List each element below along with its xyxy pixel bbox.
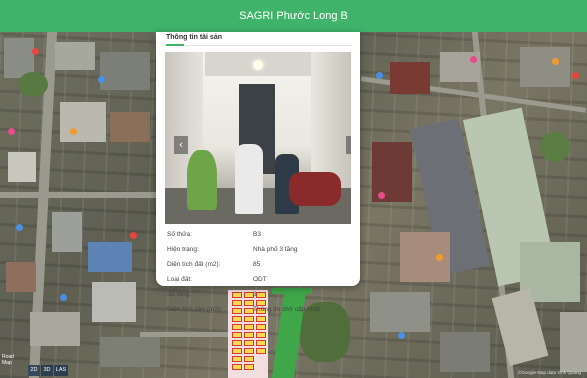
lot-parcel[interactable] xyxy=(244,324,254,330)
app-title: SAGRI Phước Long B xyxy=(239,10,348,22)
map-building xyxy=(30,312,80,346)
map-marker-icon[interactable] xyxy=(70,128,77,135)
photo-motorbike xyxy=(289,172,341,206)
lot-parcel[interactable] xyxy=(232,348,242,354)
tab-active-indicator xyxy=(166,44,184,46)
property-info-popup: Thông tin tài sản ‹ › Số thửa: B3 Hiện t… xyxy=(156,32,360,313)
map-attribution: ©Google Map data Vinh Quang xyxy=(518,370,581,375)
view-las-button[interactable]: LAS xyxy=(54,365,68,376)
map-building xyxy=(8,152,36,182)
map-vegetation xyxy=(540,132,570,162)
map-building xyxy=(52,212,82,252)
map-marker-icon[interactable] xyxy=(552,58,559,65)
map-building xyxy=(60,102,106,142)
lot-parcel[interactable] xyxy=(244,356,254,362)
map-marker-icon[interactable] xyxy=(572,72,579,79)
photo-next-button[interactable]: › xyxy=(346,136,351,154)
map-building xyxy=(110,112,150,142)
detail-value: ODT xyxy=(253,276,267,283)
map-marker-icon[interactable] xyxy=(378,192,385,199)
map-marker-icon[interactable] xyxy=(130,232,137,239)
tab-property-info[interactable]: Thông tin tài sản xyxy=(166,34,222,41)
lot-parcel[interactable] xyxy=(232,332,242,338)
legend-item: Map xyxy=(2,360,12,366)
detail-value: 3 xyxy=(253,291,257,298)
app-header: SAGRI Phước Long B xyxy=(0,0,587,32)
map-building xyxy=(100,52,150,90)
tab-divider xyxy=(166,45,352,46)
lot-parcel[interactable] xyxy=(232,356,242,362)
photo-prev-button[interactable]: ‹ xyxy=(174,136,188,154)
map-marker-icon[interactable] xyxy=(16,224,23,231)
detail-label: Loại đất: xyxy=(167,276,192,283)
map-building xyxy=(100,337,160,367)
map-building xyxy=(560,312,587,372)
map-building xyxy=(55,42,95,70)
map-building xyxy=(390,62,430,94)
detail-label: Số thửa: xyxy=(167,231,192,238)
map-road xyxy=(0,192,160,198)
detail-label: Số tầng: xyxy=(167,291,192,298)
detail-label: Hiện trạng: xyxy=(167,246,199,253)
map-marker-icon[interactable] xyxy=(470,56,477,63)
lot-parcel[interactable] xyxy=(256,324,266,330)
map-marker-icon[interactable] xyxy=(376,72,383,79)
map-marker-icon[interactable] xyxy=(8,128,15,135)
property-details: Số thửa: B3 Hiện trạng: Nhà phố 3 tầng D… xyxy=(167,228,353,318)
map-building xyxy=(92,282,136,322)
map-marker-icon[interactable] xyxy=(398,332,405,339)
view-3d-button[interactable]: 3D xyxy=(41,365,53,376)
lot-parcel[interactable] xyxy=(232,340,242,346)
photo-lamp xyxy=(253,60,263,70)
detail-value: Thông tin chờ cập nhật xyxy=(253,306,320,313)
lot-parcel[interactable] xyxy=(256,332,266,338)
detail-row: Diện tích đất (m2): 85 xyxy=(167,258,353,273)
detail-value: Nhà phố 3 tầng xyxy=(253,246,298,253)
detail-label: Diện tích sàn (m2): xyxy=(167,306,222,313)
detail-row: Loại đất: ODT xyxy=(167,273,353,288)
detail-row: Hiện trạng: Nhà phố 3 tầng xyxy=(167,243,353,258)
lot-parcel[interactable] xyxy=(244,332,254,338)
detail-row: Số tầng: 3 xyxy=(167,288,353,303)
detail-row: Số thửa: B3 xyxy=(167,228,353,243)
map-marker-icon[interactable] xyxy=(32,48,39,55)
map-vegetation xyxy=(18,72,48,97)
lot-parcel[interactable] xyxy=(256,348,266,354)
photo-plant xyxy=(187,150,217,210)
lot-parcel[interactable] xyxy=(244,340,254,346)
property-photo[interactable]: ‹ › xyxy=(165,52,351,224)
lot-parcel[interactable] xyxy=(244,348,254,354)
map-marker-icon[interactable] xyxy=(436,254,443,261)
map-building xyxy=(370,292,430,332)
detail-row: Diện tích sàn (m2): Thông tin chờ cập nh… xyxy=(167,303,353,318)
detail-value: 85 xyxy=(253,261,261,268)
map-building xyxy=(88,242,132,272)
lot-parcel[interactable] xyxy=(256,340,266,346)
detail-value: B3 xyxy=(253,231,261,238)
lot-parcel[interactable] xyxy=(244,364,254,370)
map-building xyxy=(520,47,570,87)
map-marker-icon[interactable] xyxy=(60,294,67,301)
map-building xyxy=(6,262,36,292)
photo-person xyxy=(235,144,263,214)
map-marker-icon[interactable] xyxy=(98,76,105,83)
map-legend: Road Map xyxy=(2,354,14,366)
lot-parcel[interactable] xyxy=(232,364,242,370)
map-building xyxy=(440,332,490,372)
view-2d-button[interactable]: 2D xyxy=(28,365,40,376)
lot-parcel[interactable] xyxy=(232,324,242,330)
detail-label: Diện tích đất (m2): xyxy=(167,261,221,268)
